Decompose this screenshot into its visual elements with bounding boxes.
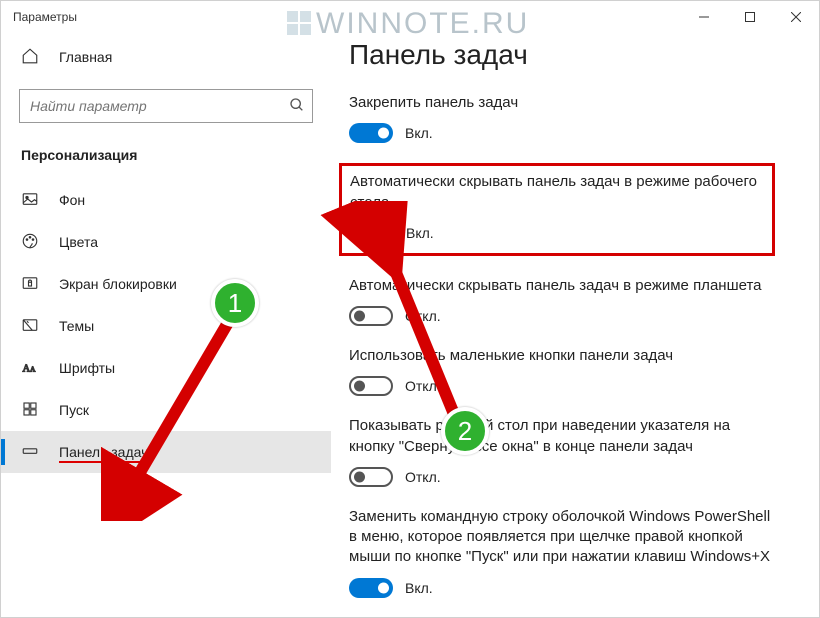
- toggle-state-label: Откл.: [405, 308, 441, 324]
- lock-screen-icon: [21, 274, 39, 295]
- setting-label: Показывать рабочий стол при наведении ук…: [349, 416, 775, 457]
- toggle-switch[interactable]: [349, 123, 393, 143]
- toggle-switch[interactable]: [349, 306, 393, 326]
- setting-4: Показывать рабочий стол при наведении ук…: [349, 416, 775, 487]
- sidebar-item-label: Цвета: [59, 234, 98, 250]
- sidebar-item-picture[interactable]: Фон: [1, 179, 331, 221]
- sidebar-item-fonts[interactable]: AA Шрифты: [1, 347, 331, 389]
- start-icon: [21, 400, 39, 421]
- palette-icon: [21, 232, 39, 253]
- sidebar-item-label: Темы: [59, 318, 94, 334]
- sidebar-item-label: Пуск: [59, 402, 89, 418]
- sidebar: Главная Персонализация Фон Цвета Экран бло…: [1, 33, 331, 617]
- sidebar-item-label: Экран блокировки: [59, 276, 177, 292]
- toggle-state-label: Вкл.: [405, 125, 433, 141]
- picture-icon: [21, 190, 39, 211]
- toggle-state-label: Откл.: [405, 469, 441, 485]
- toggle-switch[interactable]: [349, 376, 393, 396]
- search-input[interactable]: [19, 89, 313, 123]
- section-heading: Персонализация: [1, 141, 331, 179]
- home-icon: [21, 47, 39, 68]
- home-link[interactable]: Главная: [1, 37, 331, 77]
- setting-1: Автоматически скрывать панель задач в ре…: [339, 163, 775, 256]
- close-button[interactable]: [773, 1, 819, 33]
- setting-label: Автоматически скрывать панель задач в ре…: [349, 276, 775, 296]
- toggle-switch[interactable]: [350, 223, 394, 243]
- setting-5: Заменить командную строку оболочкой Wind…: [349, 507, 775, 598]
- taskbar-icon: [21, 442, 39, 463]
- toggle-switch[interactable]: [349, 467, 393, 487]
- setting-label: Использовать маленькие кнопки панели зад…: [349, 346, 775, 366]
- setting-0: Закрепить панель задач Вкл.: [349, 93, 775, 143]
- window-title: Параметры: [13, 10, 77, 24]
- sidebar-item-lock-screen[interactable]: Экран блокировки: [1, 263, 331, 305]
- home-label: Главная: [59, 49, 112, 65]
- sidebar-item-label: Фон: [59, 192, 85, 208]
- sidebar-item-label: Панель задач: [59, 444, 148, 460]
- setting-label: Закрепить панель задач: [349, 93, 775, 113]
- themes-icon: [21, 316, 39, 337]
- page-title: Панель задач: [349, 39, 775, 71]
- fonts-icon: AA: [21, 358, 39, 379]
- sidebar-item-label: Шрифты: [59, 360, 115, 376]
- toggle-state-label: Вкл.: [406, 225, 434, 241]
- setting-2: Автоматически скрывать панель задач в ре…: [349, 276, 775, 326]
- setting-label: Заменить командную строку оболочкой Wind…: [349, 507, 775, 568]
- toggle-switch[interactable]: [349, 578, 393, 598]
- window-controls: [681, 1, 819, 33]
- main-content: Панель задач Закрепить панель задач Вкл.…: [331, 33, 819, 617]
- setting-3: Использовать маленькие кнопки панели зад…: [349, 346, 775, 396]
- sidebar-item-palette[interactable]: Цвета: [1, 221, 331, 263]
- svg-text:A: A: [30, 364, 36, 373]
- sidebar-item-themes[interactable]: Темы: [1, 305, 331, 347]
- search-icon: [289, 97, 305, 116]
- toggle-state-label: Откл.: [405, 378, 441, 394]
- sidebar-item-start[interactable]: Пуск: [1, 389, 331, 431]
- sidebar-item-taskbar[interactable]: Панель задач: [1, 431, 331, 473]
- maximize-button[interactable]: [727, 1, 773, 33]
- setting-label: Автоматически скрывать панель задач в ре…: [350, 172, 764, 213]
- toggle-state-label: Вкл.: [405, 580, 433, 596]
- minimize-button[interactable]: [681, 1, 727, 33]
- search-field[interactable]: [19, 89, 313, 123]
- titlebar: Параметры: [1, 1, 819, 33]
